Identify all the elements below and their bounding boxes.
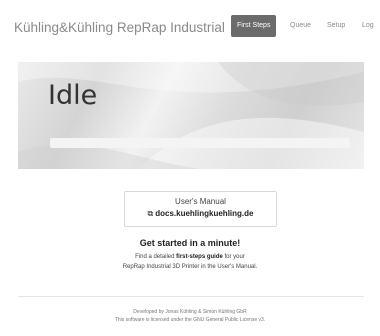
brand-title[interactable]: Kühling&Kühling RepRap Industrial [14,20,225,35]
nav-tab-first-steps[interactable]: First Steps [231,15,277,37]
footer: Developed by Jonas Kühling & Simon Kühli… [0,308,380,324]
users-manual-card[interactable]: User's Manual ⧉ docs.kuehlingkuehling.de [124,191,277,227]
nav-tab-setup[interactable]: Setup [327,15,345,37]
guide-line-1-post: for your [222,254,245,260]
guide-description: Find a detailed first-steps guide for yo… [0,252,380,272]
status-banner: Idle [18,62,364,169]
manual-link-text[interactable]: docs.kuehlingkuehling.de [155,209,253,218]
guide-line-2: RepRap Industrial 3D Printer in the User… [122,264,258,270]
manual-link[interactable]: ⧉ docs.kuehlingkuehling.de [125,209,276,219]
guide-link-text[interactable]: first-steps guide [176,254,223,260]
nav-tab-log[interactable]: Log [362,15,374,37]
get-started-heading: Get started in a minute! [139,238,241,248]
progress-bar [50,138,350,148]
top-navbar: Kühling&Kühling RepRap Industrial First … [0,0,380,54]
banner-background [18,62,364,169]
footer-divider [18,296,364,297]
guide-line-1-pre: Find a detailed [135,254,177,260]
nav-tab-queue[interactable]: Queue [290,15,311,37]
footer-license: This software is licensed under the GNU … [114,317,266,323]
guide-line-1: Find a detailed first-steps guide for yo… [0,252,380,262]
external-link-icon: ⧉ [147,209,154,218]
printer-status-text: Idle [48,80,98,111]
footer-credits: Developed by Jonas Kühling & Simon Kühli… [133,309,247,315]
manual-title: User's Manual [175,197,226,206]
